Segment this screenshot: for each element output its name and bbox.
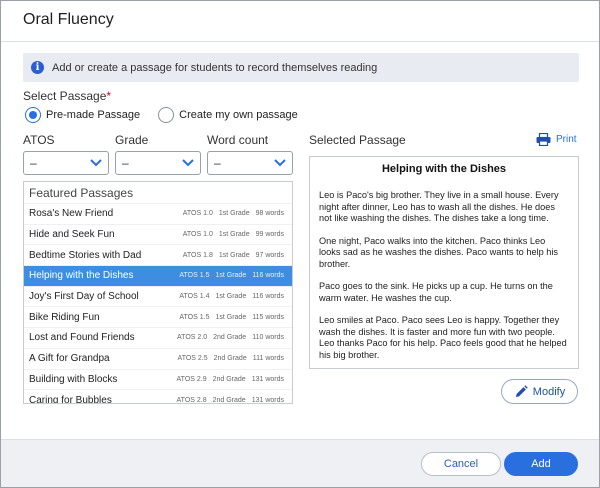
passage-name: Hide and Seek Fun xyxy=(29,229,115,241)
passage-grade: 1st Grade xyxy=(218,251,250,259)
passage-list-item[interactable]: Caring for Bubbles ATOS 2.8 2nd Grade 131 … xyxy=(24,389,292,404)
passage-atos: ATOS 1.5 xyxy=(179,313,210,321)
passage-words: 98 words xyxy=(255,210,284,218)
required-mark: * xyxy=(106,89,112,103)
grade-select[interactable]: – xyxy=(115,151,201,175)
radio-button-checked[interactable] xyxy=(25,107,41,123)
passage-words: 116 words xyxy=(252,293,284,301)
passage-name: Building with Blocks xyxy=(29,373,118,385)
passage-words: 99 words xyxy=(255,231,284,239)
selected-passage-panel: Helping with the Dishes Leo is Paco's bi… xyxy=(309,156,579,369)
passage-name: Bedtime Stories with Dad xyxy=(29,249,142,261)
passage-list-item-selected[interactable]: Helping with the Dishes ATOS 1.5 1st Grad… xyxy=(24,265,292,286)
word-count-filter-label: Word count xyxy=(207,133,269,147)
passage-atos: ATOS 1.0 xyxy=(182,231,213,239)
print-label: Print xyxy=(556,134,577,145)
passage-list-item[interactable]: A Gift for Grandpa ATOS 2.5 2nd Grade 111 … xyxy=(24,347,292,369)
passage-name: Helping with the Dishes xyxy=(29,270,134,282)
passage-words: 110 words xyxy=(252,334,284,342)
info-text: Add or create a passage for students to … xyxy=(52,61,378,74)
grade-select-value: – xyxy=(122,156,129,170)
radio-premade-label: Pre-made Passage xyxy=(46,109,141,121)
passage-name: Caring for Bubbles xyxy=(29,394,112,404)
passage-list-item[interactable]: Joy's First Day of School ATOS 1.4 1st Gr… xyxy=(24,285,292,307)
printer-icon xyxy=(536,133,551,146)
passage-atos: ATOS 1.5 xyxy=(179,272,210,280)
passage-grade: 1st Grade xyxy=(215,272,247,280)
passage-atos: ATOS 1.8 xyxy=(182,251,213,259)
passage-atos: ATOS 1.4 xyxy=(179,293,210,301)
passage-list-item[interactable]: Bedtime Stories with Dad ATOS 1.8 1st Gra… xyxy=(24,244,292,265)
passage-name: Rosa's New Friend xyxy=(29,208,114,220)
atos-filter-label: ATOS xyxy=(23,133,55,147)
passage-grade: 2nd Grade xyxy=(212,375,246,383)
passage-grade: 2nd Grade xyxy=(212,396,246,404)
passage-list-item[interactable]: Lost and Found Friends ATOS 2.0 2nd Grade… xyxy=(24,327,292,348)
passage-atos: ATOS 1.0 xyxy=(182,210,213,218)
passage-words: 111 words xyxy=(252,355,284,363)
featured-passages-heading: Featured Passages xyxy=(29,185,134,200)
print-button[interactable]: Print xyxy=(536,133,577,146)
passage-atos: ATOS 2.9 xyxy=(176,375,207,383)
add-button[interactable]: Add xyxy=(504,452,578,476)
passage-atos: ATOS 2.5 xyxy=(177,355,208,363)
oral-fluency-dialog: Oral Fluency i Add or create a passage f… xyxy=(0,0,600,488)
passage-list-item[interactable]: Rosa's New Friend ATOS 1.0 1st Grade 98 wo… xyxy=(24,203,292,224)
dialog-title: Oral Fluency xyxy=(23,11,114,28)
passage-words: 131 words xyxy=(251,396,284,404)
chevron-down-icon xyxy=(90,159,102,167)
passage-atos: ATOS 2.8 xyxy=(176,396,207,404)
passage-type-radio-group: Pre-made Passage Create my own passage xyxy=(25,107,316,123)
passage-words: 131 words xyxy=(251,375,284,383)
passage-name: Joy's First Day of School xyxy=(29,291,139,303)
featured-passages-list[interactable]: Featured Passages Rosa's New Friend ATOS… xyxy=(23,181,293,404)
atos-select-value: – xyxy=(30,156,37,170)
radio-create-own-label: Create my own passage xyxy=(179,109,298,121)
radio-premade-passage[interactable]: Pre-made Passage xyxy=(25,107,140,123)
grade-filter-label: Grade xyxy=(115,133,149,147)
passage-paragraph: Leo smiles at Paco. Paco sees Leo is hap… xyxy=(319,315,567,360)
atos-select[interactable]: – xyxy=(23,151,109,175)
word-count-select[interactable]: – xyxy=(207,151,293,175)
chevron-down-icon xyxy=(274,159,286,167)
title-divider xyxy=(1,41,599,42)
passage-name: Bike Riding Fun xyxy=(29,311,100,323)
passage-name: A Gift for Grandpa xyxy=(29,353,110,365)
dialog-footer: Cancel Add xyxy=(1,439,599,487)
passage-paragraph: Leo is Paco's big brother. They live in … xyxy=(319,190,559,223)
pencil-icon xyxy=(515,384,528,397)
passage-grade: 1st Grade xyxy=(218,210,250,218)
passage-paragraph: One night, Paco walks into the kitchen. … xyxy=(319,235,559,269)
chevron-down-icon xyxy=(182,159,194,167)
word-count-select-value: – xyxy=(214,156,221,170)
passage-list-item[interactable]: Bike Riding Fun ATOS 1.5 1st Grade 115 wor… xyxy=(24,306,292,327)
modify-button[interactable]: Modify xyxy=(501,379,578,404)
passage-paragraph: Paco goes to the sink. He picks up a cup… xyxy=(319,281,553,303)
selected-passage-label: Selected Passage xyxy=(309,133,406,147)
passage-words: 116 words xyxy=(252,272,284,280)
passage-grade: 1st Grade xyxy=(218,231,250,239)
passage-words: 97 words xyxy=(255,251,284,259)
passage-grade: 2nd Grade xyxy=(213,334,247,342)
modify-label: Modify xyxy=(532,385,566,398)
passage-atos: ATOS 2.0 xyxy=(177,334,208,342)
passage-title: Helping with the Dishes xyxy=(381,163,507,175)
info-banner: i Add or create a passage for students t… xyxy=(23,53,579,82)
passage-grade: 1st Grade xyxy=(215,293,247,301)
passage-list-item[interactable]: Building with Blocks ATOS 2.9 2nd Grade 13… xyxy=(24,368,292,390)
passage-grade: 1st Grade xyxy=(215,313,247,321)
info-icon: i xyxy=(31,61,44,74)
radio-create-own-passage[interactable]: Create my own passage xyxy=(158,107,298,123)
cancel-button[interactable]: Cancel xyxy=(421,452,501,476)
radio-button-unchecked[interactable] xyxy=(158,107,175,123)
passage-words: 115 words xyxy=(252,313,284,321)
select-passage-label: Select Passage* xyxy=(23,89,111,103)
select-passage-label-text: Select Passage xyxy=(23,89,107,103)
passage-name: Lost and Found Friends xyxy=(29,332,135,344)
passage-grade: 2nd Grade xyxy=(213,355,247,363)
passage-list-item[interactable]: Hide and Seek Fun ATOS 1.0 1st Grade 99 wo… xyxy=(24,223,292,245)
